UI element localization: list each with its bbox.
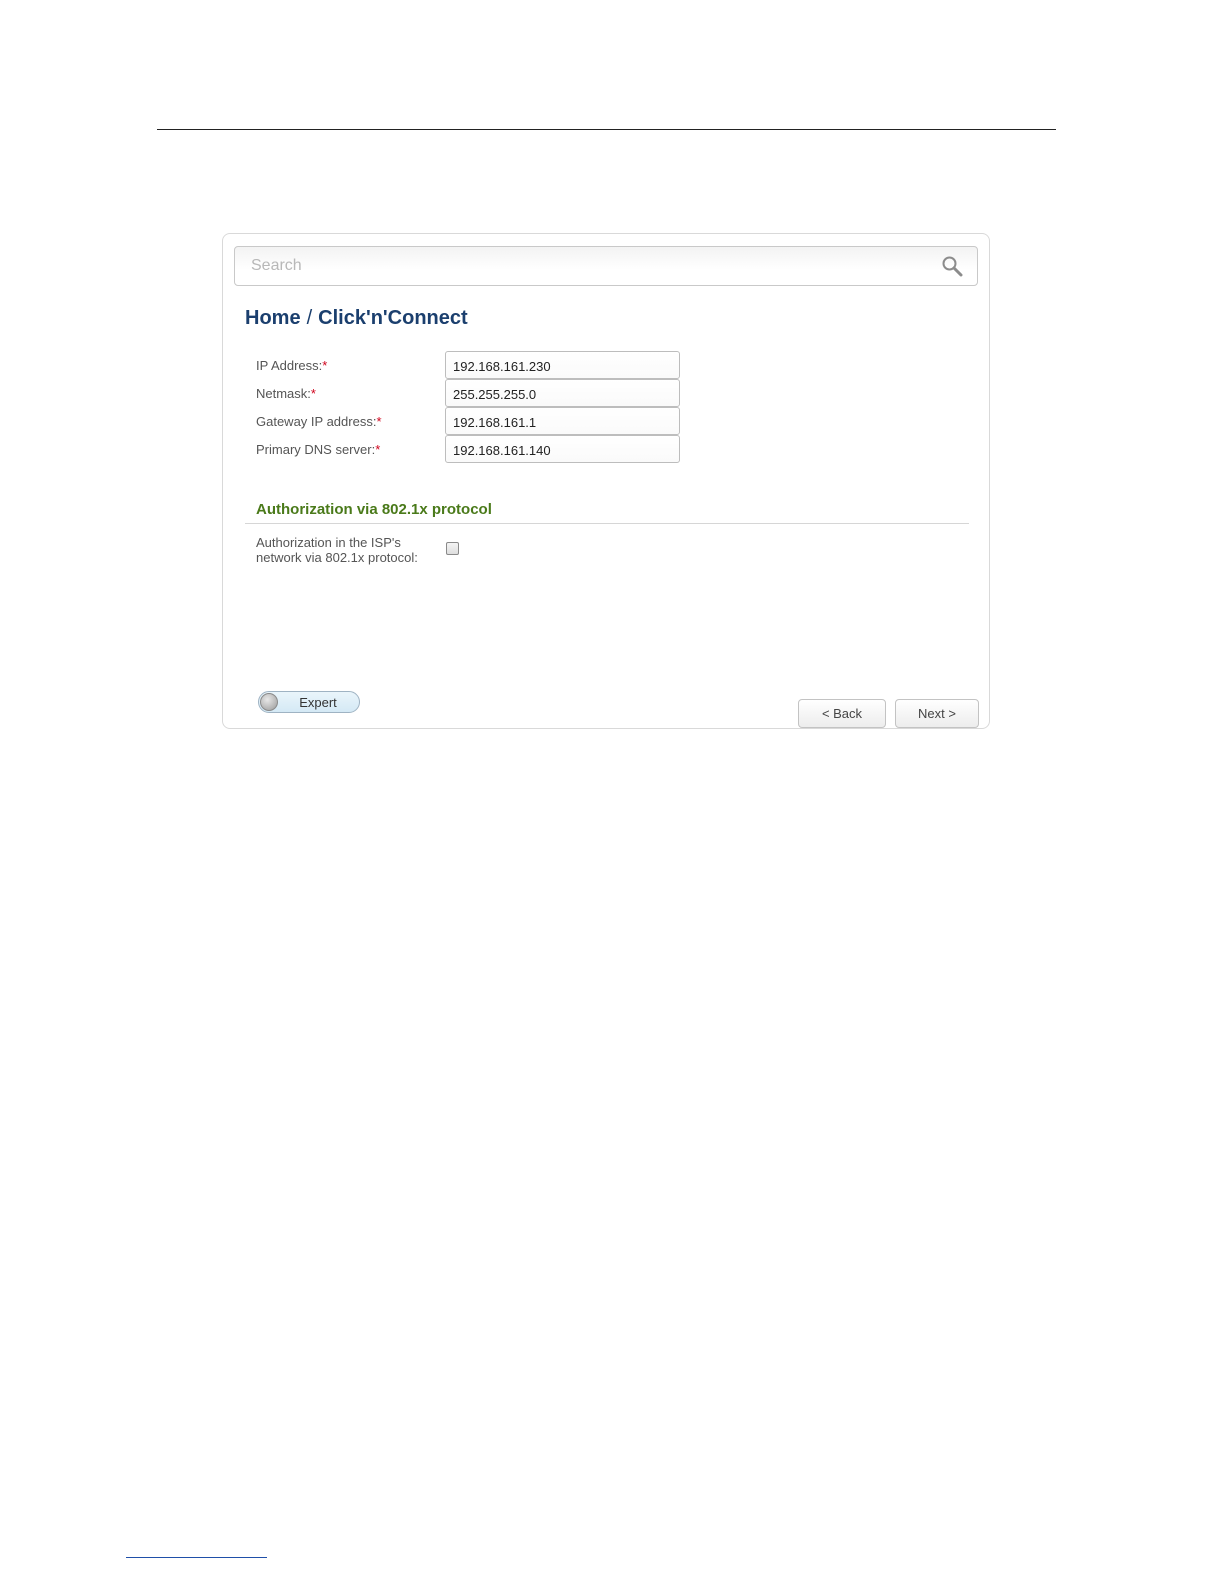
gateway-label: Gateway IP address:* [256, 414, 382, 429]
gateway-input[interactable] [445, 407, 680, 435]
search-input[interactable] [235, 247, 925, 285]
section-divider [245, 523, 969, 524]
primary-dns-row: Primary DNS server:* [256, 435, 696, 470]
breadcrumb-current: Click'n'Connect [318, 307, 468, 329]
back-button[interactable]: < Back [798, 699, 886, 728]
required-marker: * [376, 414, 382, 429]
footnote-rule [126, 1557, 267, 1558]
search-bar [234, 246, 978, 286]
wizard-panel: Home/Click'n'Connect IP Address:* Netmas… [222, 233, 990, 729]
breadcrumb: Home / Click'n'Connect [245, 307, 468, 330]
primary-dns-input[interactable] [445, 435, 680, 463]
primary-dns-label: Primary DNS server:* [256, 442, 381, 457]
expert-toggle-label: Expert [299, 695, 337, 710]
breadcrumb-separator: / [306, 307, 313, 329]
auth-8021x-label: Authorization in the ISP's network via 8… [256, 535, 418, 565]
expert-mode-toggle[interactable]: Expert [258, 691, 360, 713]
netmask-input[interactable] [445, 379, 680, 407]
netmask-label: Netmask:* [256, 386, 316, 401]
ip-address-label: IP Address:* [256, 358, 328, 373]
auth-8021x-checkbox[interactable] [446, 542, 459, 555]
required-marker: * [322, 358, 328, 373]
page-header-rule [157, 129, 1056, 130]
auth-section-title: Authorization via 802.1x protocol [256, 501, 492, 518]
breadcrumb-home[interactable]: Home [245, 307, 301, 329]
required-marker: * [375, 442, 381, 457]
search-icon[interactable] [941, 255, 963, 277]
ip-address-input[interactable] [445, 351, 680, 379]
required-marker: * [310, 386, 316, 401]
next-button[interactable]: Next > [895, 699, 979, 728]
